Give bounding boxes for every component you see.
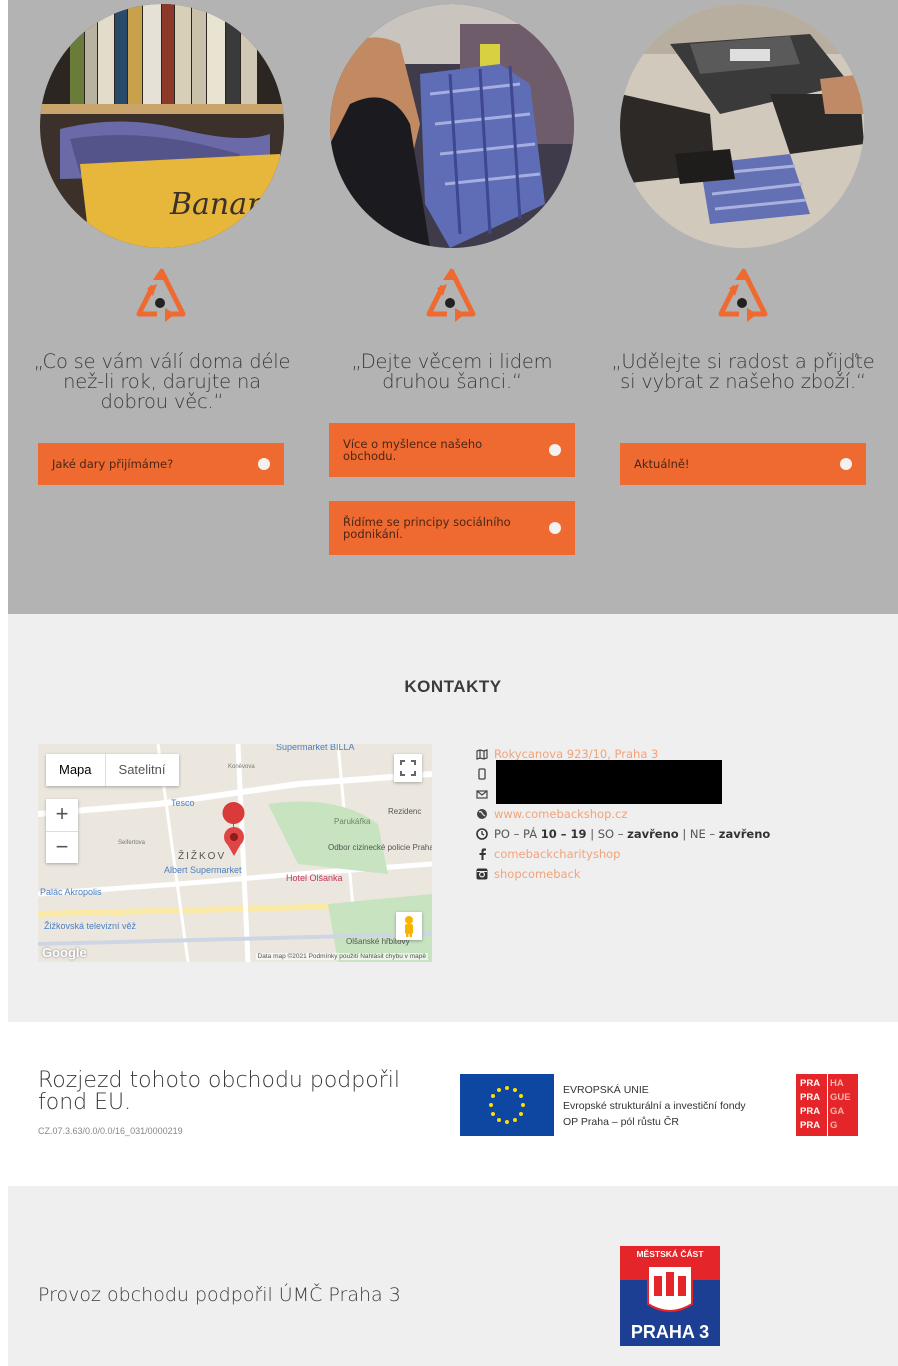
facebook-link[interactable]: comebackcharityshop: [494, 847, 620, 861]
eu-project-code: CZ.07.3.63/0.0/0.0/16_031/0000219: [38, 1126, 183, 1136]
svg-text:GUE: GUE: [830, 1092, 851, 1103]
eu-section: Rozjezd tohoto obchodu podpořil fond EU.…: [8, 1022, 898, 1186]
eu-text: EVROPSKÁ UNIE Evropské strukturální a in…: [563, 1082, 746, 1130]
fullscreen-icon: [400, 760, 416, 776]
instagram-row: shopcomeback: [474, 864, 874, 884]
map-label: Koněvova: [228, 764, 255, 770]
hours-weekday: 10 – 19: [540, 827, 587, 841]
address-link[interactable]: Rokycanova 923/10, Praha 3: [494, 747, 658, 761]
web-row: www.comebackshop.cz: [474, 804, 874, 824]
eu-line: Evropské strukturální a investiční fondy: [563, 1100, 746, 1112]
circle-icon: [258, 458, 270, 470]
facebook-icon: [474, 848, 490, 860]
zoom-in-button[interactable]: +: [46, 799, 78, 831]
tab-map[interactable]: Mapa: [46, 754, 105, 786]
hours-sat: zavřeno: [627, 827, 679, 841]
map-icon: [474, 748, 490, 760]
hours-prefix: PO – PÁ: [494, 827, 538, 841]
map-label: ŽIŽKOV: [178, 849, 226, 862]
redacted-block: [496, 760, 722, 804]
map-label: Žižkovská televizní věž: [44, 921, 137, 931]
button-label: Řídíme se principy sociálního podnikání.: [343, 515, 511, 541]
hours-sun: zavřeno: [718, 827, 771, 841]
zoom-control: + −: [46, 799, 78, 863]
button-label: Aktuálně!: [634, 457, 690, 471]
website-link[interactable]: www.comebackshop.cz: [494, 807, 627, 821]
contacts-section: KONTAKTY Supermarket BILLA Tesco Parukář…: [8, 614, 898, 1022]
map-label: Tesco: [171, 798, 195, 808]
svg-text:MĚSTSKÁ ČÁST: MĚSTSKÁ ČÁST: [636, 1248, 704, 1259]
svg-text:G: G: [830, 1120, 837, 1131]
map-label: Hotel Olšanka: [286, 873, 343, 883]
svg-text:PRAHA 3: PRAHA 3: [631, 1322, 709, 1342]
instagram-link[interactable]: shopcomeback: [494, 867, 581, 881]
pegman-icon: [405, 916, 413, 937]
map-label: Parukářka: [334, 817, 371, 826]
recycle-icon: [718, 268, 768, 322]
eu-title: Rozjezd tohoto obchodu podpořil fond EU.: [38, 1068, 400, 1115]
globe-icon: [474, 808, 490, 820]
clock-icon: [474, 828, 490, 840]
news-button[interactable]: Aktuálně!: [620, 443, 866, 485]
google-map[interactable]: Supermarket BILLA Tesco Parukářka Rezide…: [38, 744, 432, 962]
svg-text:GA: GA: [830, 1106, 844, 1117]
recycle-icon: [136, 268, 186, 322]
hours-sat-label: SO –: [597, 827, 624, 841]
idea-button[interactable]: Více o myšlence našeho obchodu.: [329, 423, 575, 477]
praha3-logo: MĚSTSKÁ ČÁST PRAHA 3: [620, 1246, 720, 1346]
circle-icon: [549, 444, 561, 456]
praha3-text: Provoz obchodu podpořil ÚMČ Praha 3: [38, 1284, 401, 1306]
steps-section: Banan „Co se vám válí doma déle než-li r…: [8, 0, 898, 614]
svg-text:PRA: PRA: [800, 1106, 820, 1117]
button-label: Více o myšlence našeho obchodu.: [343, 437, 483, 463]
donation-photo: Banan: [40, 4, 284, 248]
map-type-tabs: Mapa Satelitní: [46, 754, 179, 786]
button-label: Jaké dary přijímáme?: [52, 457, 174, 471]
zoom-out-button[interactable]: −: [46, 831, 78, 863]
eu-flag-logo: [460, 1074, 554, 1136]
eu-line: EVROPSKÁ UNIE: [563, 1084, 649, 1096]
hours-row: PO – PÁ 10 – 19 | SO – zavřeno | NE – za…: [474, 824, 874, 844]
svg-text:Banan: Banan: [169, 187, 266, 222]
step-quote: „Co se vám válí doma déle než-li rok, da…: [33, 350, 291, 413]
fullscreen-button[interactable]: [394, 754, 422, 782]
phone-icon: [474, 768, 490, 780]
contact-info: Rokycanova 923/10, Praha 3 www.comebacks…: [474, 744, 874, 884]
svg-text:PRA: PRA: [800, 1120, 820, 1131]
tab-satellite[interactable]: Satelitní: [104, 754, 179, 786]
circle-icon: [840, 458, 852, 470]
svg-text:PRA: PRA: [800, 1078, 820, 1089]
google-logo: Google: [42, 945, 87, 960]
map-label: Odbor cizinecké policie Praha: [328, 843, 432, 852]
map-label: Supermarket BILLA: [276, 744, 355, 752]
svg-text:PRA: PRA: [800, 1092, 820, 1103]
social-business-button[interactable]: Řídíme se principy sociálního podnikání.: [329, 501, 575, 555]
praha3-section: Provoz obchodu podpořil ÚMČ Praha 3 MĚST…: [8, 1186, 898, 1366]
step-quote: „Udělejte si radost a přijďte si vybrat …: [611, 350, 875, 393]
svg-text:HA: HA: [830, 1078, 844, 1089]
praha-logo: PRA HA PRA GUE PRA GA PRA G: [796, 1074, 858, 1136]
instagram-icon: [474, 868, 490, 880]
map-label: Seifertova: [118, 840, 146, 846]
eu-line: OP Praha – pól růstu ČR: [563, 1116, 679, 1128]
envelope-icon: [474, 789, 490, 799]
step-quote: „Dejte věcem i lidem druhou šanci.“: [351, 350, 553, 393]
map-label: Palác Akropolis: [40, 887, 102, 897]
map-label: Albert Supermarket: [164, 865, 242, 875]
facebook-row: comebackcharityshop: [474, 844, 874, 864]
circle-icon: [549, 522, 561, 534]
register-photo: [620, 4, 864, 248]
contacts-title: KONTAKTY: [404, 677, 502, 696]
map-label: Rezidenc: [388, 807, 421, 816]
hours-sun-label: NE –: [689, 827, 716, 841]
street-view-button[interactable]: [396, 912, 422, 940]
shirt-photo: [330, 4, 574, 248]
map-attribution[interactable]: Data map ©2021 Podmínky použití Nahlásit…: [255, 953, 428, 960]
donations-button[interactable]: Jaké dary přijímáme?: [38, 443, 284, 485]
recycle-icon: [426, 268, 476, 322]
